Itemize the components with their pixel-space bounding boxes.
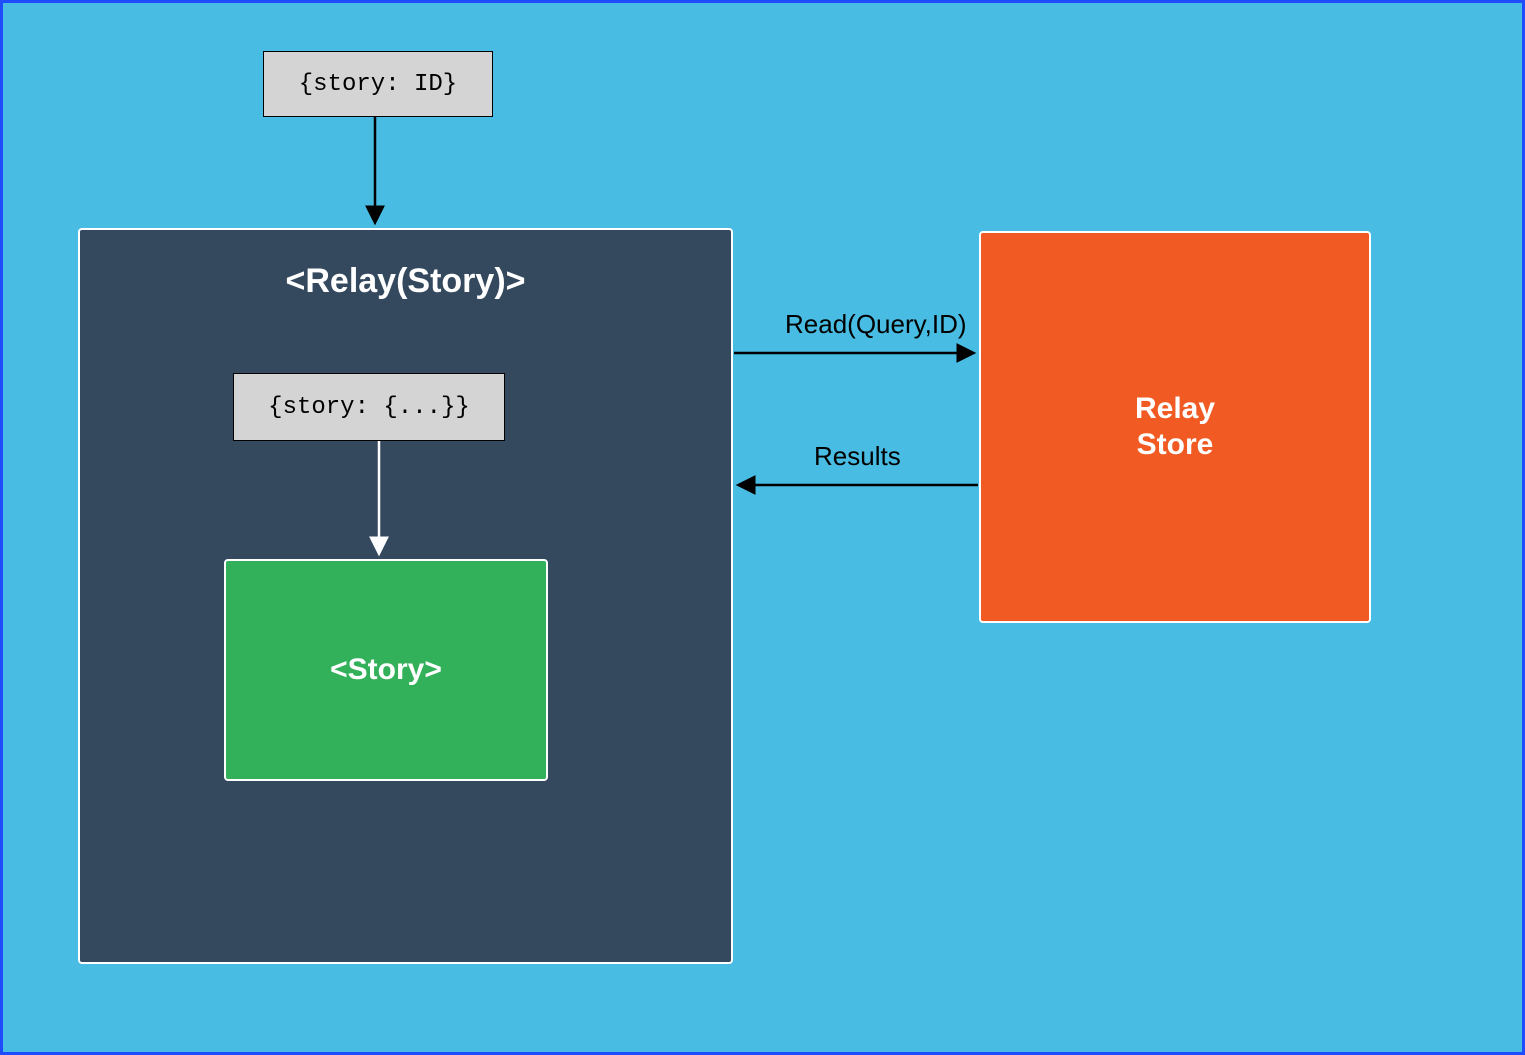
relay-store-label: Relay Store — [1135, 391, 1215, 463]
story-component-label: <Story> — [330, 653, 442, 687]
story-id-box: {story: ID} — [263, 51, 493, 117]
relay-store-box: Relay Store — [979, 231, 1371, 623]
story-props-box: {story: {...}} — [233, 373, 505, 441]
story-id-label: {story: ID} — [299, 71, 457, 98]
story-props-label: {story: {...}} — [268, 394, 470, 421]
relay-store-line1: Relay — [1135, 392, 1215, 425]
relay-story-title: <Relay(Story)> — [80, 262, 731, 301]
story-component-box: <Story> — [224, 559, 548, 781]
diagram-canvas: {story: ID} <Relay(Story)> {story: {...}… — [0, 0, 1525, 1055]
read-arrow-label: Read(Query,ID) — [785, 309, 967, 340]
results-arrow-label: Results — [814, 441, 901, 472]
relay-store-line2: Store — [1137, 428, 1214, 461]
